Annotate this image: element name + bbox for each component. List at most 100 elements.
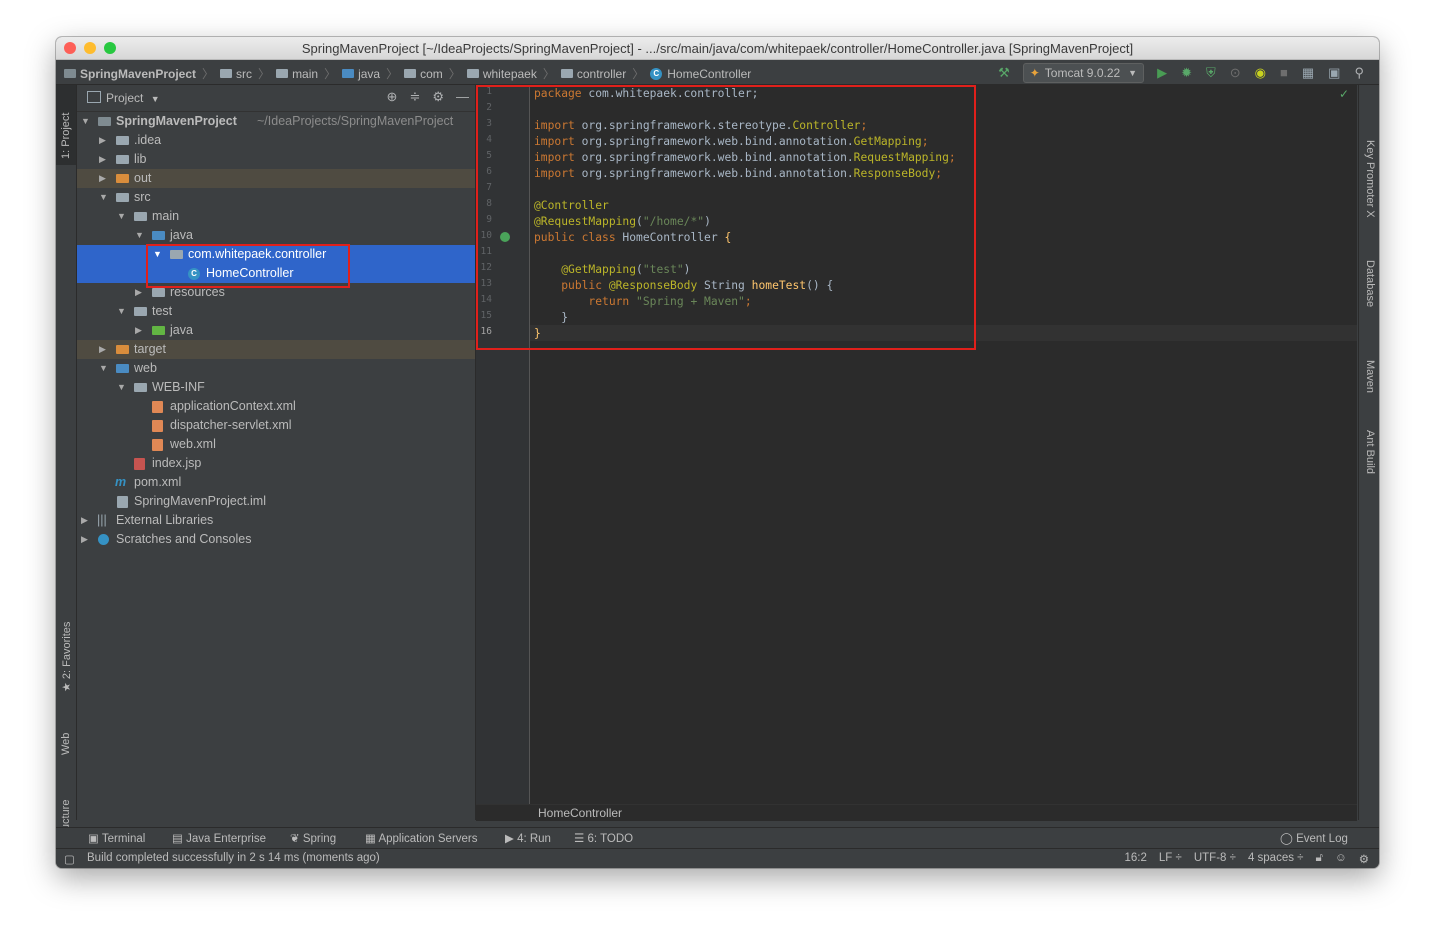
todo-icon: ☰ bbox=[574, 833, 585, 845]
tree-item-java[interactable]: ▼ java bbox=[77, 226, 475, 245]
tab-web[interactable]: Web bbox=[56, 710, 76, 760]
tree-item-src[interactable]: ▼ src bbox=[77, 188, 475, 207]
settings-icon[interactable]: ⚙ bbox=[1359, 852, 1369, 866]
tool-windows-toggle-icon[interactable]: ▢ bbox=[64, 852, 75, 866]
lock-icon[interactable]: 🔓︎ bbox=[1315, 852, 1322, 866]
tab-key-promoter[interactable]: Key Promoter X bbox=[1362, 140, 1379, 250]
project-folder-icon bbox=[64, 69, 76, 78]
tree-item-index-jsp[interactable]: index.jsp bbox=[77, 454, 475, 473]
maven-icon: m bbox=[115, 475, 127, 489]
breadcrumb-project[interactable]: SpringMavenProject bbox=[64, 67, 196, 81]
project-tree: ▼ SpringMavenProject ~/IdeaProjects/Spring… bbox=[77, 112, 475, 549]
breadcrumb-controller[interactable]: controller bbox=[560, 67, 626, 81]
breadcrumb-homecontroller[interactable]: C HomeController bbox=[650, 67, 751, 81]
tool-window-bar: ▣ Terminal ▤ Java Enterprise ❦ Spring ▦ … bbox=[56, 827, 1379, 848]
debug-icon[interactable]: ✹ bbox=[1181, 64, 1192, 82]
breadcrumb-src[interactable]: src bbox=[220, 67, 252, 81]
breadcrumb-java[interactable]: java bbox=[342, 67, 380, 81]
inspection-ok-icon[interactable]: ✓ bbox=[1339, 87, 1349, 101]
tree-item-iml[interactable]: SpringMavenProject.iml bbox=[77, 492, 475, 511]
hide-panel-icon[interactable]: — bbox=[456, 89, 469, 105]
xml-file-icon bbox=[152, 401, 163, 413]
tree-item-external-libraries[interactable]: ▶ ||| External Libraries bbox=[77, 511, 475, 530]
package-icon bbox=[560, 69, 573, 78]
gear-icon[interactable]: ⚙ bbox=[432, 89, 444, 105]
tab-project[interactable]: 1: Project bbox=[56, 85, 76, 165]
tree-item-lib[interactable]: ▶ lib bbox=[77, 150, 475, 169]
status-bar: ▢ Build completed successfully in 2 s 14… bbox=[56, 848, 1379, 868]
tab-maven[interactable]: Maven bbox=[1362, 360, 1379, 410]
terminal-icon: ▣ bbox=[88, 833, 99, 845]
tree-item-pom[interactable]: m pom.xml bbox=[77, 473, 475, 492]
tab-ant-build[interactable]: Ant Build bbox=[1362, 430, 1379, 500]
folder-icon bbox=[276, 69, 289, 78]
source-folder-icon bbox=[342, 69, 355, 78]
spring-tool-button[interactable]: ❦ Spring bbox=[290, 831, 336, 845]
tree-item-test-java[interactable]: ▶ java bbox=[77, 321, 475, 340]
app-servers-tool-button[interactable]: ▦ Application Servers bbox=[365, 831, 478, 845]
window-title: SpringMavenProject [~/IdeaProjects/Sprin… bbox=[301, 41, 1134, 56]
tree-item-target[interactable]: ▶ target bbox=[77, 340, 475, 359]
panel-icon bbox=[87, 91, 101, 103]
build-hammer-icon[interactable]: ⚒ bbox=[998, 64, 1010, 82]
breadcrumb-whitepaek[interactable]: whitepaek bbox=[466, 67, 537, 81]
tree-item-web-xml[interactable]: web.xml bbox=[77, 435, 475, 454]
project-panel-header: Project ▼ ⊕ ≑ ⚙ — bbox=[77, 85, 475, 112]
ide-window: SpringMavenProject [~/IdeaProjects/Sprin… bbox=[56, 37, 1379, 868]
tree-item-web-inf[interactable]: ▼ WEB-INF bbox=[77, 378, 475, 397]
tree-item-idea[interactable]: ▶ .idea bbox=[77, 131, 475, 150]
locate-icon[interactable]: ⊕ bbox=[387, 89, 398, 105]
package-icon bbox=[404, 69, 417, 78]
todo-tool-button[interactable]: ☰ 6: TODO bbox=[574, 831, 633, 845]
project-panel: Project ▼ ⊕ ≑ ⚙ — ▼ SpringMavenProject ~/I… bbox=[77, 85, 476, 820]
presentation-icon[interactable]: ▣ bbox=[1328, 64, 1340, 82]
tomcat-icon: ✦ bbox=[1029, 66, 1040, 80]
inspector-icon[interactable]: ☺ bbox=[1335, 852, 1347, 866]
chevron-down-icon: ▼ bbox=[1128, 68, 1138, 78]
profile-icon[interactable]: ⊙ bbox=[1230, 64, 1241, 82]
tree-item-web[interactable]: ▼ web bbox=[77, 359, 475, 378]
left-tool-strip: 1: Project ★ 2: Favorites Web Z: Structu… bbox=[56, 85, 77, 857]
tree-item-application-context[interactable]: applicationContext.xml bbox=[77, 397, 475, 416]
run-configuration-select[interactable]: ✦ Tomcat 9.0.22 ▼ bbox=[1022, 63, 1145, 83]
tab-database[interactable]: Database bbox=[1362, 260, 1379, 330]
spring-icon: ❦ bbox=[290, 833, 300, 845]
highlight-box-package bbox=[146, 244, 350, 288]
project-structure-icon[interactable]: ▦ bbox=[1302, 64, 1314, 82]
java-enterprise-tool-button[interactable]: ▤ Java Enterprise bbox=[172, 831, 266, 845]
encoding-select[interactable]: UTF-8 ÷ bbox=[1194, 852, 1236, 866]
library-icon: ||| bbox=[97, 513, 107, 527]
tree-item-test[interactable]: ▼ test bbox=[77, 302, 475, 321]
tree-item-scratches[interactable]: ▶ Scratches and Consoles bbox=[77, 530, 475, 549]
folder-icon bbox=[220, 69, 233, 78]
run-toolbar: ⚒ ✦ Tomcat 9.0.22 ▼ ▶ ✹ ⛨ ⊙ ◉ ■ ▦ ▣ ⚲ bbox=[991, 63, 1371, 83]
caret-position[interactable]: 16:2 bbox=[1125, 852, 1147, 866]
breadcrumb-com[interactable]: com bbox=[404, 67, 443, 81]
editor-breadcrumb: HomeController bbox=[476, 804, 1357, 821]
breadcrumb-main[interactable]: main bbox=[276, 67, 318, 81]
stop-icon[interactable]: ■ bbox=[1280, 64, 1288, 82]
jrebel-icon[interactable]: ◉ bbox=[1255, 64, 1266, 82]
line-separator-select[interactable]: LF ÷ bbox=[1159, 852, 1182, 866]
title-bar: SpringMavenProject [~/IdeaProjects/Sprin… bbox=[56, 37, 1379, 60]
event-log-tool-button[interactable]: ◯ Event Log bbox=[1280, 831, 1348, 845]
search-icon[interactable]: ⚲ bbox=[1354, 64, 1364, 82]
highlight-box-code bbox=[476, 85, 976, 350]
module-file-icon bbox=[117, 496, 128, 508]
project-view-select[interactable]: Project ▼ bbox=[87, 91, 160, 105]
tab-favorites[interactable]: ★ 2: Favorites bbox=[56, 617, 76, 697]
terminal-tool-button[interactable]: ▣ Terminal bbox=[88, 831, 145, 845]
class-icon: C bbox=[650, 67, 663, 80]
collapse-all-icon[interactable]: ≑ bbox=[409, 89, 420, 105]
run-icon[interactable]: ▶ bbox=[1157, 64, 1167, 82]
tree-item-out[interactable]: ▶ out bbox=[77, 169, 475, 188]
tree-item-dispatcher-servlet[interactable]: dispatcher-servlet.xml bbox=[77, 416, 475, 435]
tree-item-root[interactable]: ▼ SpringMavenProject ~/IdeaProjects/Spring… bbox=[77, 112, 475, 131]
right-tool-strip: Key Promoter X Database Maven Ant Build bbox=[1358, 85, 1379, 820]
status-message[interactable]: Build completed successfully in 2 s 14 m… bbox=[87, 852, 380, 864]
run-tool-button[interactable]: ▶ 4: Run bbox=[505, 831, 551, 845]
indent-select[interactable]: 4 spaces ÷ bbox=[1248, 852, 1304, 866]
coverage-icon[interactable]: ⛨ bbox=[1206, 64, 1216, 82]
tree-item-main[interactable]: ▼ main bbox=[77, 207, 475, 226]
package-icon bbox=[466, 69, 479, 78]
